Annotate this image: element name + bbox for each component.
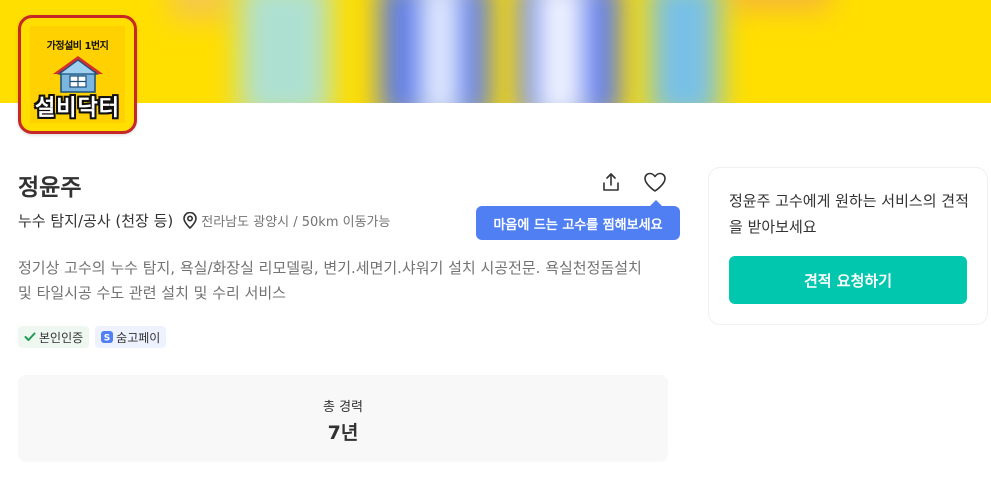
quote-prompt: 정윤주 고수에게 원하는 서비스의 견적을 받아보세요 — [729, 192, 969, 236]
badge-list: 본인인증 S 숨고페이 — [18, 326, 167, 348]
profile-avatar: 가정설비 1번지 설비닥터 — [18, 15, 137, 134]
pay-icon: S — [101, 331, 114, 344]
logo-brand: 설비닥터 — [35, 96, 120, 121]
request-quote-button[interactable]: 견적 요청하기 — [729, 256, 967, 304]
logo-tagline: 가정설비 1번지 — [46, 41, 109, 52]
location-text: 전라남도 광양시 / 50km 이동가능 — [201, 215, 391, 230]
verified-badge: 본인인증 — [18, 326, 90, 348]
share-button[interactable] — [598, 169, 624, 195]
house-icon — [53, 56, 103, 93]
svg-text:S: S — [104, 334, 110, 344]
cover-banner — [0, 0, 991, 103]
location: 전라남도 광양시 / 50km 이동가능 — [183, 211, 390, 230]
career-label: 총 경력 — [322, 400, 363, 415]
check-icon — [24, 332, 36, 341]
favorite-tooltip: 마음에 드는 고수를 찜해보세요 — [476, 200, 680, 240]
favorite-button[interactable] — [642, 169, 668, 195]
service-category: 누수 탐지/공사 (천장 등) — [18, 212, 174, 230]
pro-description: 정기상 고수의 누수 탐지, 욕실/화장실 리모델링, 변기.세면기.샤워기 설… — [18, 259, 642, 302]
soomgo-pay-badge: S 숨고페이 — [95, 326, 167, 348]
pro-name: 정윤주 — [18, 175, 82, 201]
quote-request-card: 정윤주 고수에게 원하는 서비스의 견적을 받아보세요 견적 요청하기 — [708, 167, 988, 325]
share-icon — [603, 173, 619, 191]
location-pin-icon — [183, 212, 198, 229]
career-box: 총 경력 7년 — [18, 375, 668, 462]
career-value: 7년 — [327, 422, 359, 444]
heart-icon — [644, 172, 666, 192]
service-row: 누수 탐지/공사 (천장 등) 전라남도 광양시 / 50km 이동가능 — [18, 210, 390, 231]
